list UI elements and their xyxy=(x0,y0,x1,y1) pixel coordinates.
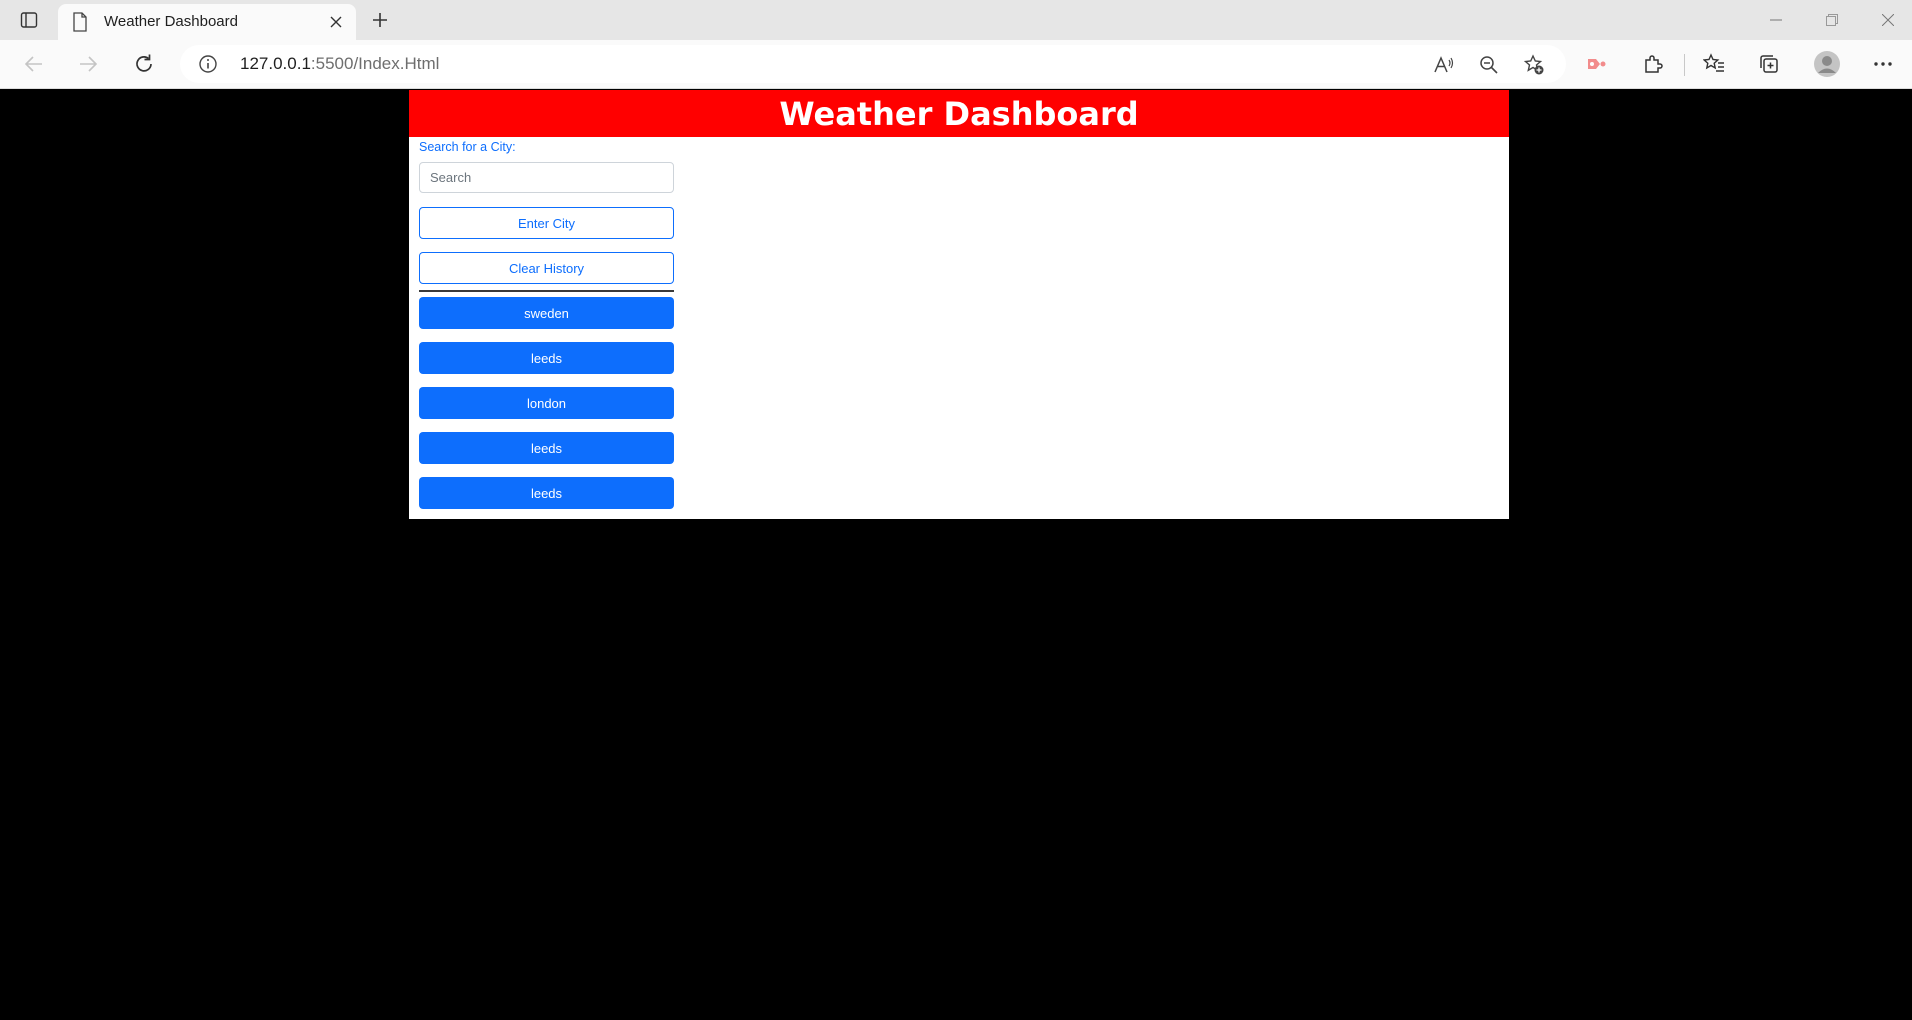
tab-title: Weather Dashboard xyxy=(104,13,238,30)
browser-toolbar: 127.0.0.1:5500/Index.Html xyxy=(0,40,1912,89)
dashboard-container: Weather Dashboard Search for a City: Sea… xyxy=(409,90,1509,519)
close-tab-icon[interactable] xyxy=(326,12,346,32)
minimize-icon[interactable] xyxy=(1756,6,1796,34)
read-aloud-icon[interactable] xyxy=(1431,52,1457,78)
page-title: Weather Dashboard xyxy=(779,94,1139,133)
history-city-button[interactable]: leeds xyxy=(419,342,674,374)
collections-icon[interactable] xyxy=(1753,48,1785,80)
url-path: :5500/Index.Html xyxy=(310,54,440,73)
site-info-icon[interactable] xyxy=(198,54,218,78)
zoom-out-icon[interactable] xyxy=(1476,52,1502,78)
more-options-icon[interactable] xyxy=(1867,48,1899,80)
page-icon xyxy=(72,12,88,36)
url-host: 127.0.0.1 xyxy=(240,54,311,73)
url-text[interactable]: 127.0.0.1:5500/Index.Html xyxy=(240,54,439,74)
tab-actions-icon[interactable] xyxy=(14,8,44,32)
divider xyxy=(419,290,674,292)
browser-tab-bar: Weather Dashboard xyxy=(0,0,1912,40)
search-sidebar: Search for a City: Search Enter City Cle… xyxy=(419,137,674,522)
forward-icon[interactable] xyxy=(72,48,104,80)
search-history-list: sweden leeds london leeds leeds xyxy=(419,297,674,509)
browser-tab-active[interactable]: Weather Dashboard xyxy=(58,4,356,40)
extension-icon[interactable] xyxy=(1581,48,1613,80)
history-city-button[interactable]: leeds xyxy=(419,432,674,464)
history-city-button[interactable]: sweden xyxy=(419,297,674,329)
history-city-button[interactable]: leeds xyxy=(419,477,674,509)
page-viewport: Weather Dashboard Search for a City: Sea… xyxy=(0,90,1912,1020)
history-city-button[interactable]: london xyxy=(419,387,674,419)
favorites-icon[interactable] xyxy=(1698,48,1730,80)
search-input[interactable]: Search xyxy=(419,162,674,193)
page-header: Weather Dashboard xyxy=(409,90,1509,137)
close-window-icon[interactable] xyxy=(1868,6,1908,34)
back-icon[interactable] xyxy=(18,48,50,80)
refresh-icon[interactable] xyxy=(128,48,160,80)
new-tab-icon[interactable] xyxy=(366,8,394,32)
address-bar[interactable]: 127.0.0.1:5500/Index.Html xyxy=(180,45,1566,83)
toolbar-separator xyxy=(1684,54,1685,76)
enter-city-button[interactable]: Enter City xyxy=(419,207,674,239)
restore-icon[interactable] xyxy=(1812,6,1852,34)
clear-history-button[interactable]: Clear History xyxy=(419,252,674,284)
search-label: Search for a City: xyxy=(419,140,516,154)
extensions-puzzle-icon[interactable] xyxy=(1637,48,1669,80)
add-favorite-icon[interactable] xyxy=(1521,52,1547,78)
profile-avatar-icon[interactable] xyxy=(1811,48,1843,80)
